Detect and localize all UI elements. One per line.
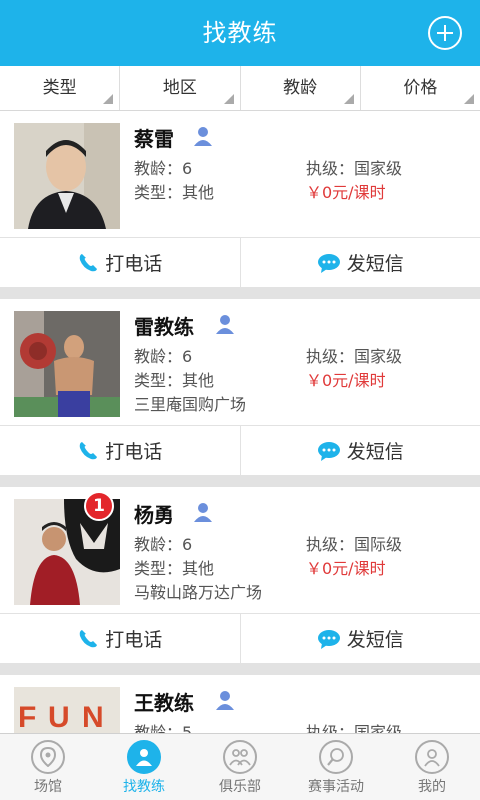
call-button[interactable]: 打电话 bbox=[0, 614, 241, 663]
filter-label: 教龄 bbox=[283, 78, 318, 98]
coach-icon bbox=[127, 740, 161, 774]
filter-years[interactable]: 教龄 bbox=[241, 66, 361, 110]
coach-level: 执级：国家级 bbox=[306, 347, 403, 366]
coach-type: 类型：其他 bbox=[134, 559, 215, 578]
coach-years: 教龄：5 bbox=[134, 723, 193, 733]
coach-level: 执级：国际级 bbox=[306, 535, 403, 554]
coach-price: ￥0元/课时 bbox=[306, 559, 386, 578]
coach-location: 三里庵国购广场 bbox=[134, 395, 247, 414]
coach-photo: F U N bbox=[14, 687, 120, 733]
phone-icon bbox=[79, 629, 98, 647]
user-icon bbox=[216, 691, 234, 710]
coach-name: 雷教练 bbox=[134, 315, 194, 339]
sms-button[interactable]: 发短信 bbox=[241, 614, 480, 663]
dropdown-corner-icon bbox=[223, 94, 234, 104]
filter-label: 类型 bbox=[42, 78, 77, 98]
coach-type: 类型：其他 bbox=[134, 371, 215, 390]
add-icon[interactable] bbox=[428, 16, 462, 50]
filter-label: 地区 bbox=[162, 78, 197, 98]
call-label: 打电话 bbox=[105, 441, 163, 463]
user-icon bbox=[194, 503, 212, 522]
phone-icon bbox=[79, 441, 98, 459]
filter-region[interactable]: 地区 bbox=[120, 66, 241, 110]
coach-years: 教龄：6 bbox=[134, 347, 193, 366]
sms-label: 发短信 bbox=[346, 441, 404, 463]
svg-text:U: U bbox=[48, 701, 70, 733]
tab-label: 场馆 bbox=[34, 779, 62, 795]
tab-clubs[interactable]: 俱乐部 bbox=[192, 734, 288, 800]
tab-label: 找教练 bbox=[123, 779, 165, 795]
svg-text:N: N bbox=[82, 701, 104, 733]
phone-icon bbox=[79, 253, 98, 271]
call-label: 打电话 bbox=[105, 629, 163, 651]
user-icon bbox=[194, 127, 212, 146]
tab-find-coach[interactable]: 找教练 bbox=[96, 734, 192, 800]
message-icon bbox=[317, 441, 340, 461]
svg-text:F: F bbox=[18, 701, 36, 733]
app-header: 找教练 bbox=[0, 0, 480, 66]
sms-button[interactable]: 发短信 bbox=[241, 426, 480, 475]
tab-events[interactable]: 赛事活动 bbox=[288, 734, 384, 800]
tab-label: 俱乐部 bbox=[219, 779, 261, 795]
page-title: 找教练 bbox=[202, 19, 278, 47]
filter-bar: 类型 地区 教龄 价格 bbox=[0, 66, 480, 111]
sms-button[interactable]: 发短信 bbox=[241, 238, 480, 287]
coach-name: 杨勇 bbox=[134, 503, 174, 527]
call-button[interactable]: 打电话 bbox=[0, 426, 241, 475]
location-pin-icon bbox=[31, 740, 65, 774]
filter-price[interactable]: 价格 bbox=[361, 66, 480, 110]
coach-list: 蔡雷 教龄：6 执级：国家级 类型：其他 ￥0元/课时 打电话 发短信 雷教练 … bbox=[0, 111, 480, 733]
filter-type[interactable]: 类型 bbox=[0, 66, 121, 110]
user-icon bbox=[216, 315, 234, 334]
coach-price: ￥0元/课时 bbox=[306, 371, 386, 390]
coach-name: 蔡雷 bbox=[134, 127, 174, 151]
sms-label: 发短信 bbox=[346, 629, 404, 651]
tab-label: 我的 bbox=[418, 779, 446, 795]
dropdown-corner-icon bbox=[103, 94, 114, 104]
notification-badge: 1 bbox=[84, 491, 114, 521]
sms-label: 发短信 bbox=[346, 253, 404, 275]
racket-icon bbox=[319, 740, 353, 774]
coach-price: ￥0元/课时 bbox=[306, 183, 386, 202]
coach-card[interactable]: 1 杨勇 教龄：6 执级：国际级 类型：其他 ￥0元/课时 马鞍山路万达广场 打… bbox=[0, 487, 480, 663]
message-icon bbox=[317, 629, 340, 649]
coach-photo bbox=[14, 311, 120, 417]
coach-card[interactable]: 蔡雷 教龄：6 执级：国家级 类型：其他 ￥0元/课时 打电话 发短信 bbox=[0, 111, 480, 287]
bottom-tab-bar: 场馆 找教练 俱乐部 赛事活动 我的 bbox=[0, 733, 480, 800]
message-icon bbox=[317, 253, 340, 273]
dropdown-corner-icon bbox=[343, 94, 354, 104]
group-icon bbox=[223, 740, 257, 774]
coach-photo bbox=[14, 123, 120, 229]
coach-card[interactable]: 雷教练 教龄：6 执级：国家级 类型：其他 ￥0元/课时 三里庵国购广场 打电话… bbox=[0, 299, 480, 475]
tab-venues[interactable]: 场馆 bbox=[0, 734, 96, 800]
coach-name: 王教练 bbox=[134, 691, 194, 715]
coach-years: 教龄：6 bbox=[134, 535, 193, 554]
coach-level: 执级：国家级 bbox=[306, 723, 403, 733]
dropdown-corner-icon bbox=[464, 94, 474, 104]
coach-location: 马鞍山路万达广场 bbox=[134, 583, 263, 602]
coach-level: 执级：国家级 bbox=[306, 159, 403, 178]
tab-mine[interactable]: 我的 bbox=[384, 734, 480, 800]
tab-label: 赛事活动 bbox=[308, 779, 364, 795]
call-label: 打电话 bbox=[105, 253, 163, 275]
filter-label: 价格 bbox=[403, 78, 438, 98]
coach-type: 类型：其他 bbox=[134, 183, 215, 202]
coach-years: 教龄：6 bbox=[134, 159, 193, 178]
coach-card[interactable]: F U N 王教练 教龄：5 执级：国家级 bbox=[0, 675, 480, 733]
call-button[interactable]: 打电话 bbox=[0, 238, 241, 287]
profile-icon bbox=[415, 740, 449, 774]
